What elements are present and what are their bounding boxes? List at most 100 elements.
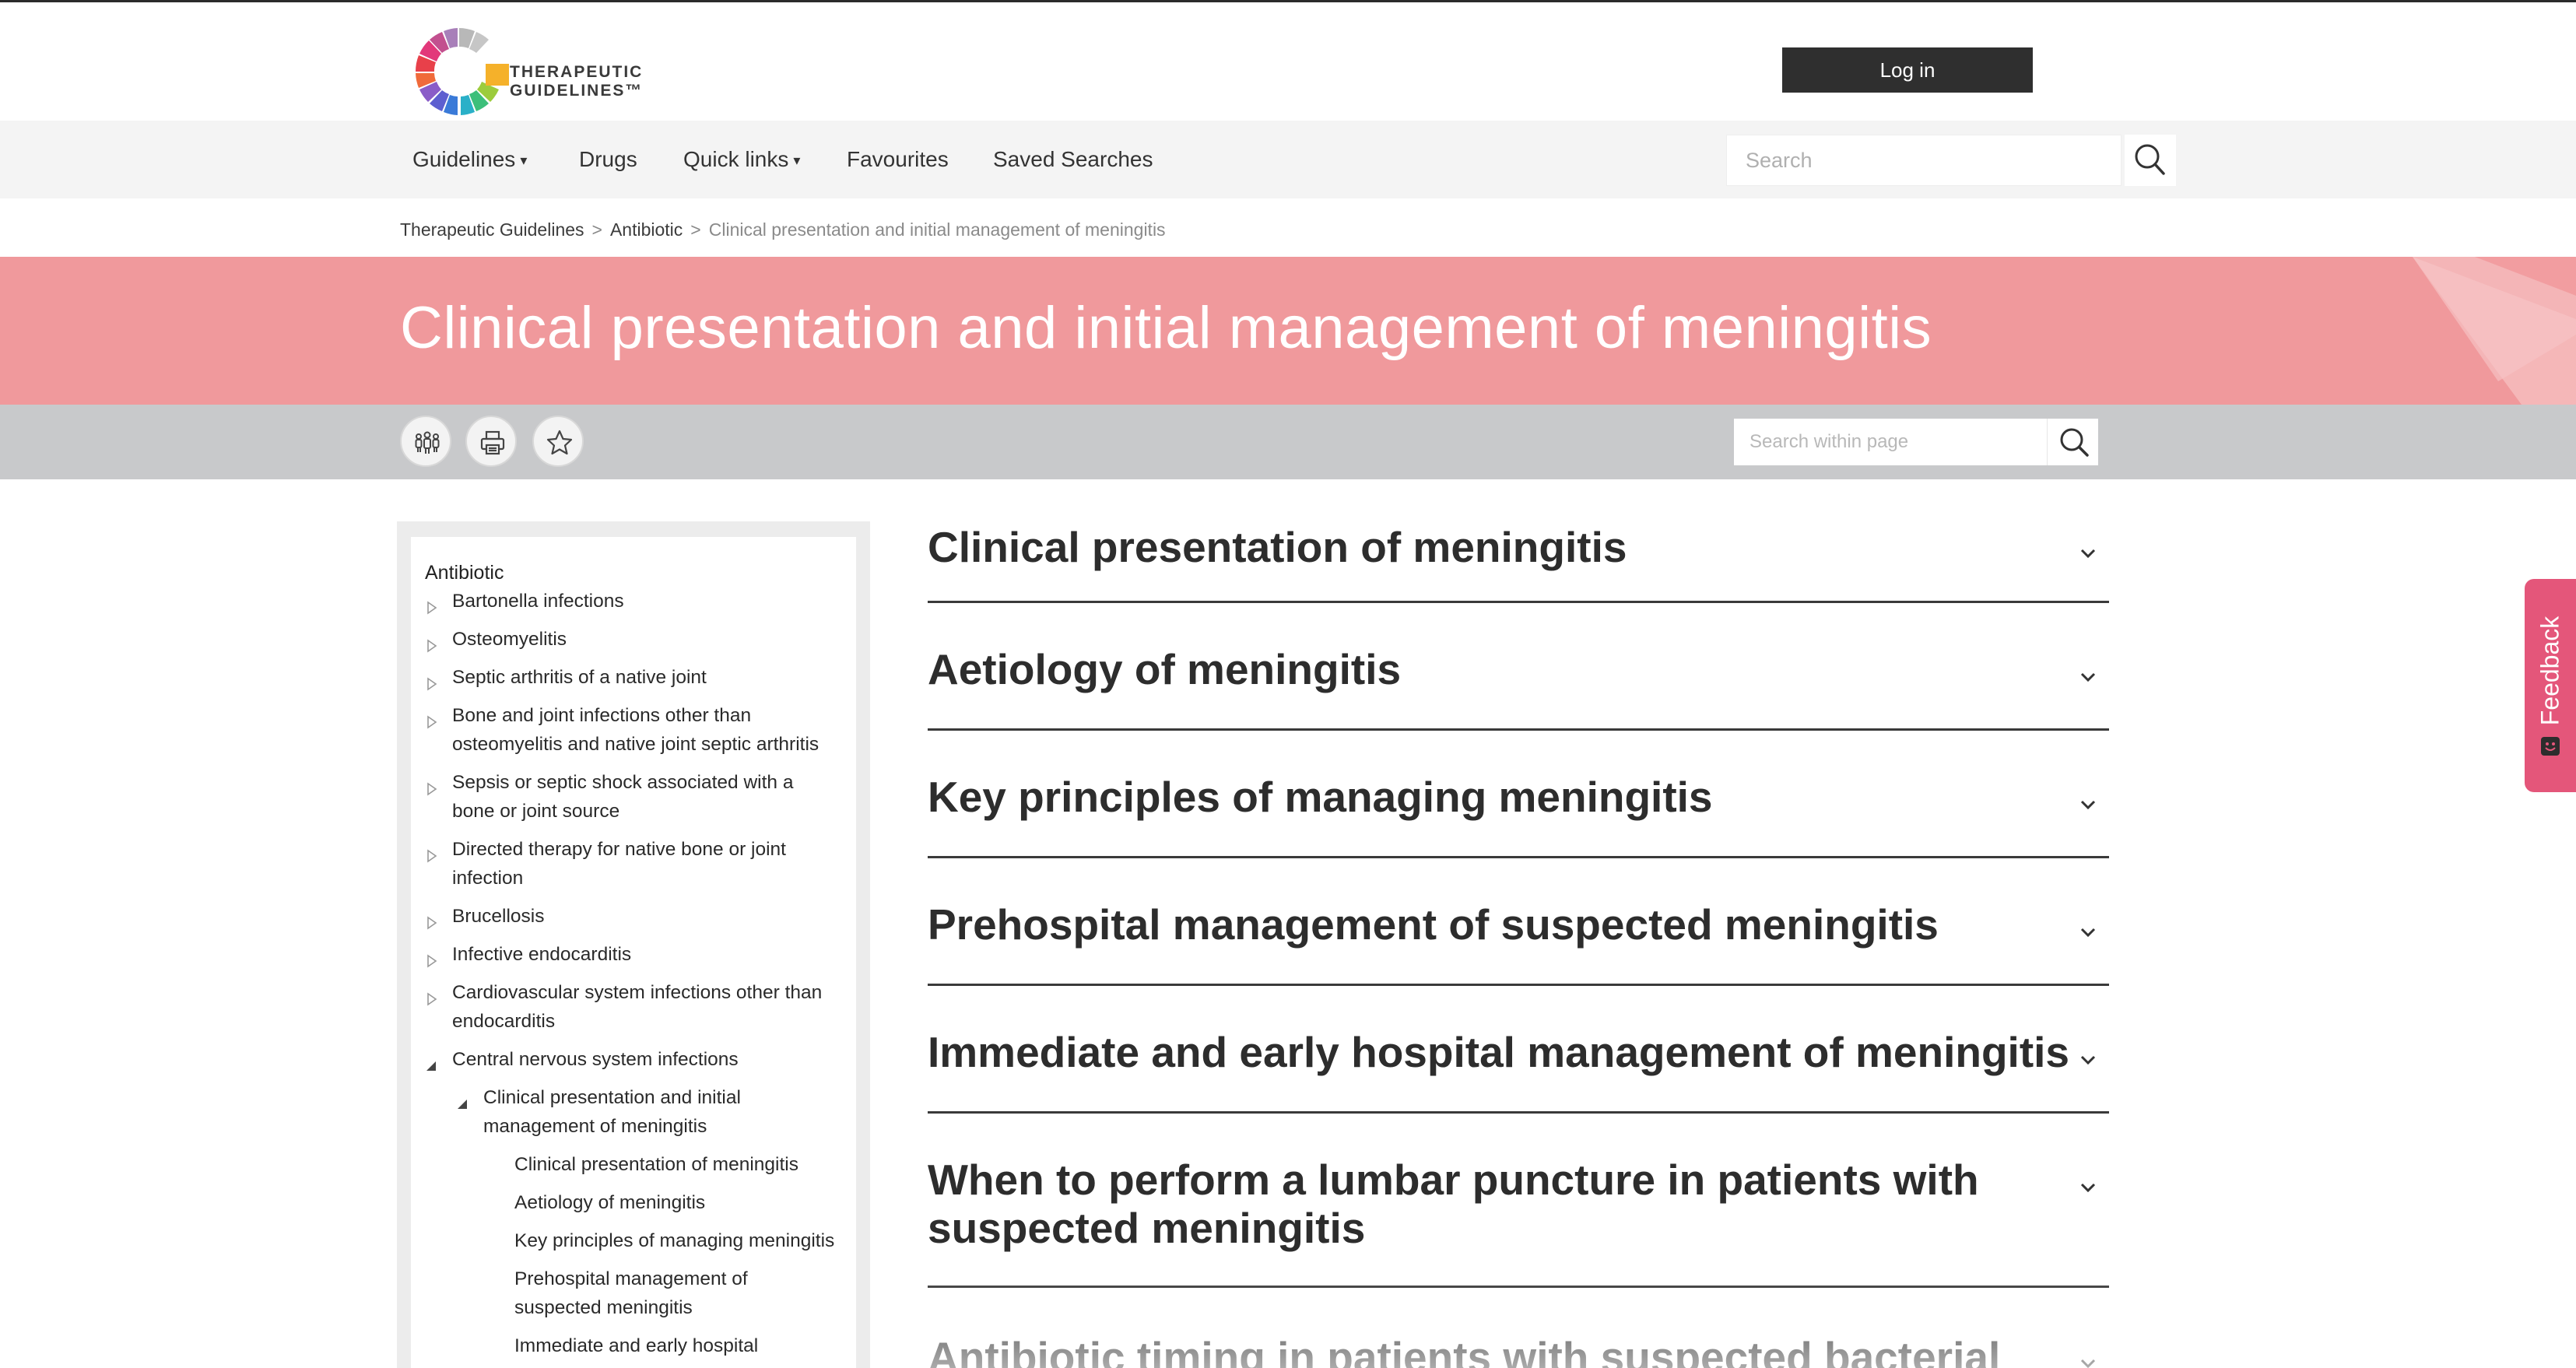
sidebar-item-label: management of meningitis	[483, 1116, 707, 1137]
sidebar-panel: Antibiotic Bartonella infections Osteomy…	[411, 537, 856, 1368]
page-search	[1734, 419, 2098, 465]
sidebar-item-label: Directed therapy for native bone or join…	[452, 839, 786, 860]
chevron-down-icon[interactable]	[2076, 665, 2100, 689]
sidebar-item-label: Cardiovascular system infections other t…	[452, 982, 823, 1003]
banner-decoration	[2413, 257, 2576, 405]
nav-label: Quick links	[683, 147, 789, 171]
section-heading[interactable]: When to perform a lumbar puncture in pat…	[928, 1156, 1979, 1252]
page-search-button[interactable]	[2047, 419, 2098, 465]
feedback-label: Feedback	[2536, 616, 2564, 726]
nav-label: Saved Searches	[993, 147, 1153, 171]
nav-label: Favourites	[847, 147, 949, 171]
accordion-section[interactable]: Key principles of managing meningitis	[928, 731, 2109, 858]
sidebar-item-label: osteomyelitis and native joint septic ar…	[452, 734, 819, 755]
accordion-section[interactable]: When to perform a lumbar puncture in pat…	[928, 1114, 2109, 1288]
sidebar-item-cardiovascular-other[interactable]: Cardiovascular system infections other t…	[452, 978, 822, 1036]
users-icon	[415, 431, 440, 454]
sidebar-item-label: bone or joint source	[452, 801, 620, 822]
sidebar-toc: Antibiotic Bartonella infections Osteomy…	[397, 521, 870, 1368]
nav-favourites[interactable]: Favourites	[847, 121, 949, 198]
section-heading[interactable]: Clinical presentation of meningitis	[928, 523, 1627, 571]
caret-down-icon: ▾	[520, 153, 528, 168]
sidebar-item-label: endocarditis	[452, 1011, 556, 1032]
sidebar-item-septic-arthritis[interactable]: Septic arthritis of a native joint	[452, 663, 707, 692]
sidebar-root-antibiotic[interactable]: Antibiotic	[425, 562, 504, 584]
site-search-input[interactable]	[1727, 135, 2121, 185]
expand-triangle-icon[interactable]	[426, 849, 437, 863]
logo-wordmark[interactable]: THERAPEUTIC GUIDELINES™	[510, 63, 643, 100]
section-heading[interactable]: Key principles of managing meningitis	[928, 773, 1713, 821]
chevron-down-icon[interactable]	[2076, 793, 2100, 816]
nav-quick-links[interactable]: Quick links ▾	[683, 121, 800, 198]
page-search-input[interactable]	[1734, 419, 2053, 465]
sidebar-item-clinical-presentation[interactable]: Clinical presentation of meningitis	[514, 1150, 798, 1179]
section-heading[interactable]: Antibiotic timing in patients with suspe…	[928, 1333, 2000, 1368]
accordion-section[interactable]: Aetiology of meningitis	[928, 603, 2109, 731]
smiley-icon	[2541, 737, 2560, 756]
sidebar-item-infective-endocarditis[interactable]: Infective endocarditis	[452, 940, 631, 969]
site-header: THERAPEUTIC GUIDELINES™ Log in	[0, 2, 2576, 121]
logo-line-1: THERAPEUTIC	[510, 63, 644, 81]
sidebar-item-key-principles[interactable]: Key principles of managing meningitis	[514, 1226, 834, 1255]
sidebar-item-bone-joint-other[interactable]: Bone and joint infections other than ost…	[452, 701, 819, 759]
breadcrumb-link-antibiotic[interactable]: Antibiotic	[610, 219, 683, 240]
nav-label: Drugs	[579, 147, 637, 171]
expand-triangle-icon[interactable]	[426, 715, 437, 729]
chevron-down-icon[interactable]	[2076, 1048, 2100, 1072]
site-search-button[interactable]	[2125, 135, 2176, 186]
print-button[interactable]	[465, 416, 517, 467]
patient-info-button[interactable]	[400, 416, 451, 467]
breadcrumb-current: Clinical presentation and initial manage…	[708, 219, 1166, 240]
section-heading-line: When to perform a lumbar puncture in pat…	[928, 1156, 1979, 1204]
site-search	[1726, 135, 2122, 186]
login-button[interactable]: Log in	[1782, 47, 2033, 93]
sidebar-item-sepsis-bone-joint[interactable]: Sepsis or septic shock associated with a…	[452, 768, 794, 826]
expand-triangle-icon[interactable]	[426, 916, 437, 930]
sidebar-item-immediate-early[interactable]: Immediate and early hospital	[514, 1331, 758, 1360]
sidebar-item-meningitis-management[interactable]: Clinical presentation and initial manage…	[483, 1083, 741, 1141]
collapse-triangle-icon[interactable]	[425, 1060, 437, 1072]
sidebar-item-cns-infections[interactable]: Central nervous system infections	[452, 1045, 739, 1074]
expand-triangle-icon[interactable]	[426, 639, 437, 653]
sidebar-item-brucellosis[interactable]: Brucellosis	[452, 902, 544, 931]
sidebar-item-directed-therapy[interactable]: Directed therapy for native bone or join…	[452, 835, 786, 893]
main-nav: Guidelines ▾ Drugs Quick links ▾ Favourite…	[0, 121, 2576, 198]
search-icon	[2060, 428, 2089, 457]
chevron-down-icon[interactable]	[2076, 542, 2100, 565]
sidebar-item-aetiology[interactable]: Aetiology of meningitis	[514, 1188, 705, 1217]
chevron-down-icon[interactable]	[2076, 921, 2100, 944]
section-heading-line: suspected meningitis	[928, 1204, 1366, 1252]
collapse-triangle-icon[interactable]	[456, 1098, 469, 1110]
logo-line-2: GUIDELINES™	[510, 82, 644, 100]
section-heading[interactable]: Prehospital management of suspected meni…	[928, 900, 1939, 949]
sidebar-item-label: Sepsis or septic shock associated with a	[452, 772, 794, 793]
expand-triangle-icon[interactable]	[426, 954, 437, 968]
chevron-down-icon[interactable]	[2076, 1352, 2100, 1368]
accordion-section[interactable]: Antibiotic timing in patients with suspe…	[928, 1288, 2109, 1368]
sidebar-item-bartonella[interactable]: Bartonella infections	[452, 587, 624, 616]
star-icon	[546, 430, 573, 455]
section-heading[interactable]: Aetiology of meningitis	[928, 645, 1401, 693]
expand-triangle-icon[interactable]	[426, 992, 437, 1006]
nav-drugs[interactable]: Drugs	[579, 121, 637, 198]
accordion-section[interactable]: Prehospital management of suspected meni…	[928, 858, 2109, 986]
expand-triangle-icon[interactable]	[426, 782, 437, 796]
expand-triangle-icon[interactable]	[426, 677, 437, 691]
section-heading[interactable]: Immediate and early hospital management …	[928, 1028, 2069, 1076]
search-icon	[2135, 144, 2165, 175]
nav-label: Guidelines	[412, 147, 516, 171]
page-toolbar	[0, 405, 2576, 479]
sidebar-item-prehospital[interactable]: Prehospital management of suspected meni…	[514, 1265, 748, 1322]
accordion-section[interactable]: Immediate and early hospital management …	[928, 986, 2109, 1114]
breadcrumb-link-home[interactable]: Therapeutic Guidelines	[400, 219, 584, 240]
breadcrumb: Therapeutic Guidelines > Antibiotic > Clinic…	[400, 216, 1174, 243]
chevron-down-icon[interactable]	[2076, 1176, 2100, 1199]
nav-saved-searches[interactable]: Saved Searches	[993, 121, 1153, 198]
accordion-section[interactable]: Clinical presentation of meningitis	[928, 520, 2109, 603]
favourite-button[interactable]	[532, 416, 584, 467]
sidebar-item-osteomyelitis[interactable]: Osteomyelitis	[452, 625, 567, 654]
nav-guidelines[interactable]: Guidelines ▾	[412, 121, 527, 198]
feedback-tab[interactable]: Feedback	[2525, 579, 2576, 792]
sidebar-item-label: Prehospital management of	[514, 1268, 748, 1289]
expand-triangle-icon[interactable]	[426, 601, 437, 615]
